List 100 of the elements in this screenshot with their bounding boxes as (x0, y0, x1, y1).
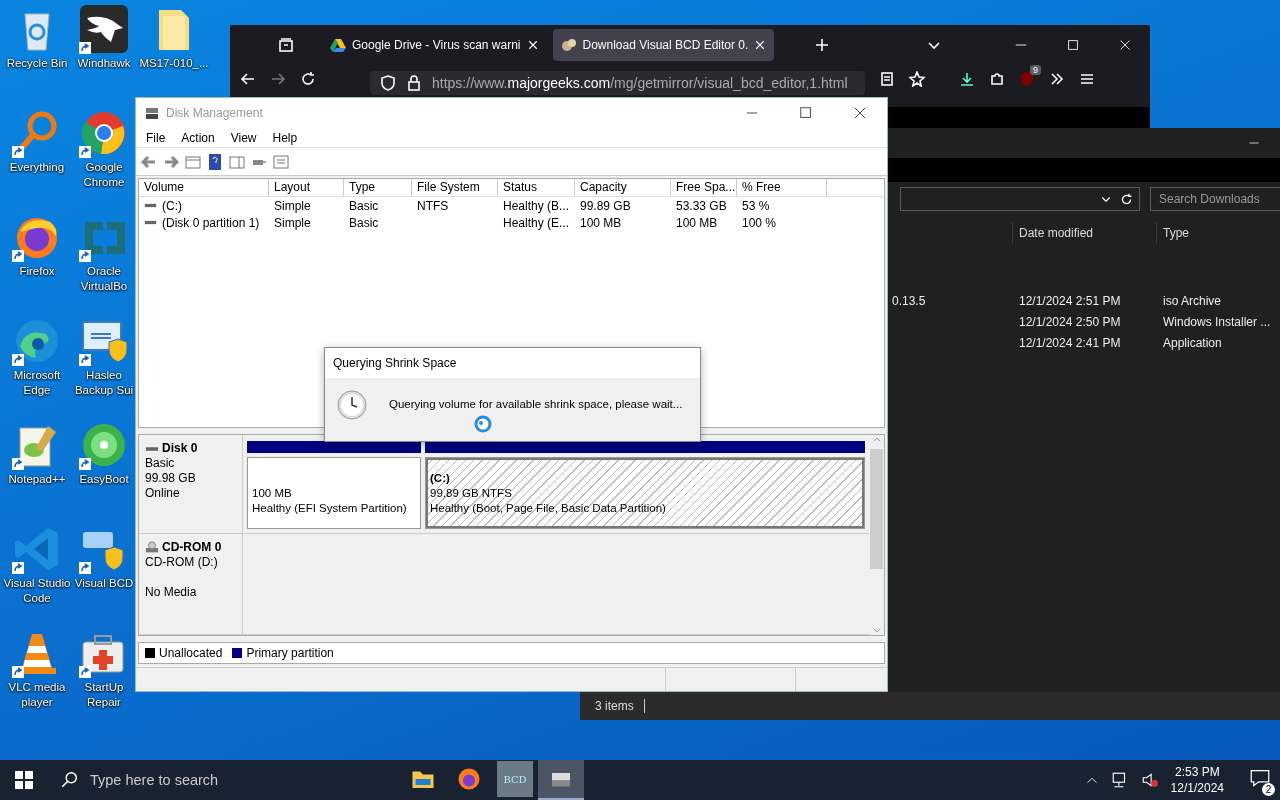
desktop-icon-label[interactable]: MS17-010_... (139, 56, 209, 71)
back-arrow-icon[interactable] (240, 71, 256, 87)
disk-app-icon (144, 105, 160, 121)
close-icon[interactable] (526, 39, 539, 51)
desktop-icon-label[interactable]: Notepad++ (8, 472, 66, 487)
console-tree-icon[interactable] (185, 153, 201, 170)
browser-tab[interactable]: Google Drive - Virus scan warni (322, 29, 547, 61)
disk-detail: Basic (145, 456, 176, 471)
menu-item[interactable]: Help (265, 128, 305, 147)
close-icon[interactable] (1118, 38, 1132, 52)
desktop-icon-label[interactable]: Google Chrome (74, 160, 134, 190)
table-cell: Simple (274, 198, 311, 213)
close-icon[interactable] (853, 106, 867, 120)
table-cell: NTFS (417, 198, 449, 213)
desktop-icon-label[interactable]: Recycle Bin (6, 56, 68, 71)
menu-item[interactable]: View (223, 128, 264, 147)
windows-logo-icon (15, 771, 33, 789)
tab-title: Download Visual BCD Editor 0. (582, 38, 749, 52)
file-type: Application (1162, 335, 1223, 350)
menu-item[interactable]: File (139, 128, 173, 147)
partition-block[interactable]: 100 MB Healthy (EFI System Partition) (247, 457, 421, 529)
taskbar-app-button[interactable] (538, 760, 584, 800)
puzzle-icon[interactable] (989, 71, 1005, 87)
partition-size: 100 MB (252, 485, 293, 501)
disk-name: Disk 0 (162, 441, 198, 456)
table-cell: 53 % (742, 198, 770, 213)
browser-tab[interactable]: Download Visual BCD Editor 0. (552, 29, 775, 61)
desktop-icon-label[interactable]: Microsoft Edge (1, 368, 73, 398)
shield-extension-icon[interactable] (1019, 71, 1035, 87)
column-header[interactable]: Type (344, 179, 412, 196)
download-icon[interactable] (959, 71, 975, 87)
table-cell: Simple (274, 215, 311, 230)
close-icon[interactable] (754, 39, 767, 51)
column-header[interactable]: Free Spa... (671, 179, 737, 196)
column-header[interactable]: Status (498, 179, 575, 196)
menu-item[interactable]: Action (174, 128, 222, 147)
file-date: 12/1/2024 2:51 PM (1018, 293, 1122, 308)
taskbar-search-field[interactable]: Type here to search (48, 760, 388, 800)
column-header[interactable]: Type (1156, 222, 1280, 244)
desktop-icon-label[interactable]: EasyBoot (79, 472, 129, 487)
file-date: 12/1/2024 2:41 PM (1018, 335, 1122, 350)
clock-date[interactable]: 12/1/2024 (1170, 780, 1224, 796)
window-title: Disk Management (166, 106, 263, 120)
help-icon[interactable] (207, 153, 223, 170)
drive-logo-icon (330, 37, 346, 53)
column-header[interactable]: % Free (737, 179, 827, 196)
table-cell: 53.33 GB (676, 198, 727, 213)
column-header[interactable]: Capacity (575, 179, 671, 196)
maximize-icon[interactable] (799, 106, 813, 120)
tab-list-icon[interactable] (278, 37, 294, 53)
disk-detail: Online (145, 486, 181, 501)
item-count: 3 items (595, 699, 634, 713)
column-header[interactable]: File System (412, 179, 498, 196)
search-icon (60, 771, 78, 789)
partition-size: 99.89 GB NTFS (430, 485, 513, 501)
address-bar[interactable]: https://www.majorgeeks.com/mg/getmirror/visual_bcd_editor,1.html (370, 71, 865, 95)
reload-icon[interactable] (300, 71, 316, 87)
desktop-icon-label[interactable]: Visual BCD (74, 576, 134, 591)
column-header[interactable]: Layout (269, 179, 344, 196)
column-header[interactable]: Volume (139, 179, 269, 196)
shield-icon (380, 75, 396, 91)
desktop-icon-label[interactable]: VLC media player (1, 680, 73, 710)
table-cell: Basic (349, 215, 379, 230)
clock-time[interactable]: 2:53 PM (1174, 764, 1220, 780)
desktop-icon-label[interactable]: Firefox (19, 264, 55, 279)
eagle-icon (79, 4, 129, 54)
tab-title: Google Drive - Virus scan warni (352, 38, 521, 52)
clock-icon (337, 390, 367, 420)
forward-arrow-icon[interactable] (163, 153, 179, 170)
disk-detail: CD-ROM (D:) (145, 555, 219, 570)
refresh-icon[interactable] (1120, 192, 1133, 206)
desktop-icon-label[interactable]: Everything (9, 160, 65, 175)
column-header[interactable]: Date modified (1012, 222, 1156, 244)
action-pane-icon[interactable] (229, 153, 245, 170)
partition-block[interactable]: (C:) 99.89 GB NTFS Healthy (Boot, Page File, Basic Data Partition) (425, 457, 865, 529)
volume-row[interactable]: (C:) Simple Basic NTFS Healthy (B... 99.89 GB 53.33 GB 53 % (139, 197, 884, 214)
forward-arrow-icon[interactable] (270, 71, 286, 87)
file-date: 12/1/2024 2:50 PM (1018, 314, 1122, 329)
dialog-title: Querying Shrink Space (333, 356, 457, 370)
reader-view-icon[interactable] (879, 71, 895, 87)
cd-drive-icon (145, 540, 159, 555)
speaker-muted-icon[interactable] (1140, 771, 1159, 789)
partition-name: (C:) (430, 470, 451, 486)
dialog-message: Querying volume for available shrink space, please wait... (389, 398, 683, 410)
star-icon[interactable] (909, 71, 925, 87)
desktop-icon-label[interactable]: Hasleo Backup Sui (74, 368, 134, 398)
desktop-icon-label[interactable]: Visual Studio Code (1, 576, 73, 606)
gears-icon (560, 37, 577, 53)
firefox-icon (457, 767, 481, 791)
new-tab-icon[interactable] (814, 37, 831, 53)
menu-icon[interactable] (1079, 71, 1095, 87)
lock-icon (406, 75, 422, 91)
desktop-icon-label[interactable]: Oracle VirtualBo (74, 264, 134, 294)
desktop-icon-label[interactable]: StartUp Repair (74, 680, 134, 710)
double-chevron-icon[interactable] (1049, 71, 1065, 87)
maximize-icon[interactable] (1066, 38, 1080, 52)
search-field[interactable]: Search Downloads (1150, 187, 1280, 211)
volume-row[interactable]: (Disk 0 partition 1) Simple Basic Healthy (E... 100 MB 100 MB 100 % (139, 214, 884, 231)
desktop-icon-label[interactable]: Windhawk (77, 56, 131, 71)
table-cell: 100 % (742, 215, 777, 230)
